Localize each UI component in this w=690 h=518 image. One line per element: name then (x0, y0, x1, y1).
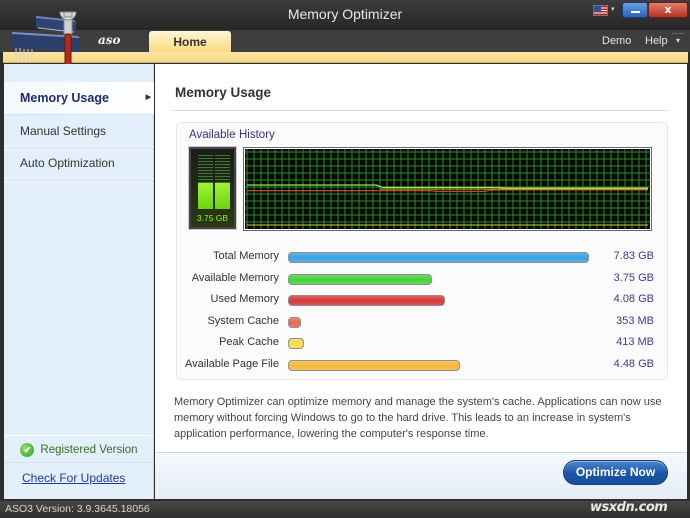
version-label: ASO3 Version: 3.9.3645.18056 (5, 503, 150, 515)
history-link[interactable]: History (239, 129, 275, 141)
chevron-right-icon: ▶ (145, 94, 151, 101)
stat-value: 413 MB (616, 336, 654, 348)
stat-label: System Cache (207, 315, 279, 327)
title-bar: Memory Optimizer ▾ x (0, 0, 690, 30)
sidebar-item-auto-optimization[interactable]: Auto Optimization (4, 147, 154, 179)
sidebar-item-label: Memory Usage (20, 91, 109, 105)
stat-value: 4.08 GB (613, 293, 654, 305)
meter-column-right (215, 155, 230, 209)
demo-link[interactable]: Demo (602, 35, 631, 47)
page-title: Memory Usage (175, 85, 272, 100)
stat-bar (288, 317, 301, 328)
stat-label: Available Memory (191, 272, 279, 284)
window-title: Memory Optimizer (287, 6, 403, 22)
language-caret-icon[interactable]: ▾ (611, 5, 615, 13)
sidebar-item-label: Auto Optimization (20, 156, 115, 170)
optimize-now-button[interactable]: Optimize Now (563, 460, 668, 485)
options-caret-icon[interactable]: ▾ (672, 33, 684, 49)
stat-bar (288, 360, 460, 371)
meter-fill (198, 183, 213, 209)
meter-fill (215, 183, 230, 209)
close-button[interactable]: x (648, 2, 688, 18)
stat-bar (288, 274, 432, 285)
ribbon-strip (3, 52, 688, 63)
meter-column-left (198, 155, 213, 209)
check-for-updates-link[interactable]: Check For Updates (22, 471, 125, 485)
stat-value: 353 MB (616, 315, 654, 327)
stat-value: 3.75 GB (613, 272, 654, 284)
check-circle-icon: ✔ (20, 442, 35, 457)
stat-label: Used Memory (210, 293, 279, 305)
history-graph-canvas (245, 149, 650, 229)
sidebar: Memory Usage ▶ Manual Settings Auto Opti… (4, 64, 154, 499)
sidebar-item-label: Manual Settings (20, 124, 107, 138)
meter-empty-segments (198, 155, 213, 183)
available-link[interactable]: Available (189, 129, 235, 141)
help-link[interactable]: Help (645, 35, 668, 47)
description-text: Memory Optimizer can optimize memory and… (174, 396, 662, 440)
tab-home[interactable]: Home (149, 31, 231, 53)
registered-label: Registered Version (40, 443, 138, 456)
title-divider (173, 110, 668, 111)
available-memory-meter: 3.75 GB (188, 146, 237, 230)
sidebar-item-memory-usage[interactable]: Memory Usage ▶ (4, 82, 154, 114)
app-window: Memory Optimizer ▾ x aso Home Demo Help … (0, 0, 690, 518)
watermark: wsxdn.com (590, 500, 668, 515)
memory-history-graph (243, 147, 652, 231)
us-flag-icon[interactable] (593, 5, 608, 16)
meter-empty-segments (215, 155, 230, 183)
stat-label: Available Page File (185, 358, 279, 370)
stat-value: 7.83 GB (613, 250, 654, 262)
minimize-button[interactable] (622, 2, 648, 18)
registered-status: ✔ Registered Version (4, 435, 154, 463)
stat-value: 4.48 GB (613, 358, 654, 370)
stat-label: Peak Cache (219, 336, 279, 348)
stat-bar (288, 252, 589, 263)
sidebar-item-manual-settings[interactable]: Manual Settings (4, 115, 154, 147)
aso-brand-label: aso (98, 33, 121, 47)
stat-bar (288, 338, 304, 349)
stat-bar (288, 295, 445, 306)
meter-value: 3.75 GB (196, 213, 229, 223)
stat-label: Total Memory (212, 250, 279, 262)
